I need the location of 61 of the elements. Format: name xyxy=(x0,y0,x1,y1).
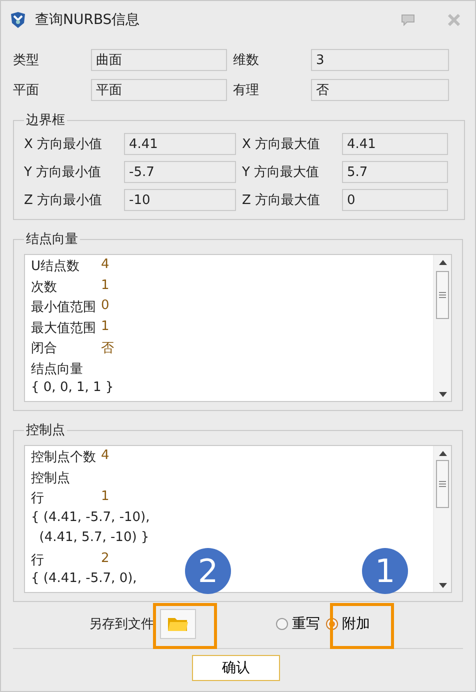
list-value: 否 xyxy=(101,340,114,358)
list-line: (4.41, 5.7, -10) } xyxy=(38,530,150,547)
group-title: 结点向量 xyxy=(25,231,79,248)
list-line: 闭合 xyxy=(31,340,58,358)
field-label: Y 方向最大值 xyxy=(242,164,320,181)
highlight-frame xyxy=(153,603,217,649)
folder-button[interactable] xyxy=(160,609,196,639)
app-icon xyxy=(9,11,27,29)
field-label: Y 方向最小值 xyxy=(24,164,102,181)
list-line: 最大值范围 xyxy=(31,320,97,338)
list-line: 行 xyxy=(31,552,45,570)
window-title: 查询NURBS信息 xyxy=(35,11,141,29)
field-label: X 方向最小值 xyxy=(24,136,104,153)
save-label: 另存到文件 xyxy=(89,616,154,633)
list-value: 4 xyxy=(101,448,110,465)
message-icon[interactable] xyxy=(401,14,415,26)
field-label: X 方向最大值 xyxy=(242,136,322,153)
list-line: 结点向量 xyxy=(31,360,83,378)
list-line: 次数 xyxy=(31,278,58,296)
folder-icon xyxy=(167,616,189,632)
field-value: 0 xyxy=(342,189,448,211)
field-value: 3 xyxy=(311,49,449,71)
radio-icon[interactable] xyxy=(276,618,288,630)
field-label: 维数 xyxy=(233,52,260,69)
list-line: 控制点 xyxy=(31,470,70,488)
field-value: -10 xyxy=(124,189,236,211)
highlight-frame xyxy=(330,603,394,649)
field-value: 4.41 xyxy=(342,133,448,155)
scroll-thumb[interactable] xyxy=(436,271,449,319)
field-value: 曲面 xyxy=(91,49,227,71)
group-title: 边界框 xyxy=(25,112,66,129)
list-value: 1 xyxy=(101,489,110,506)
field-label: Z 方向最小值 xyxy=(24,192,104,209)
list-value: 1 xyxy=(101,318,110,336)
radio-option[interactable]: 重写 xyxy=(276,615,320,633)
list-value: 0 xyxy=(101,298,110,315)
field-label: 有理 xyxy=(233,82,260,99)
list-line: U结点数 xyxy=(31,258,81,276)
list-line: { (4.41, -5.7, -10), xyxy=(31,510,150,526)
scrollbar[interactable] xyxy=(433,255,451,401)
field-label: 类型 xyxy=(13,52,40,69)
list-line: 最小值范围 xyxy=(31,299,97,317)
group-title: 控制点 xyxy=(25,422,66,439)
scrollbar[interactable] xyxy=(433,446,451,592)
scroll-thumb[interactable] xyxy=(436,460,449,508)
field-value: 平面 xyxy=(91,79,227,101)
field-label: 平面 xyxy=(13,82,40,99)
radio-option[interactable]: 附加 xyxy=(326,615,370,633)
list-value: 4 xyxy=(101,257,110,274)
list-line: { 0, 0, 1, 1 } xyxy=(31,380,114,397)
list-value: 2 xyxy=(101,550,110,568)
field-label: Z 方向最大值 xyxy=(242,192,322,209)
confirm-button[interactable]: 确认 xyxy=(192,655,280,681)
field-value: 否 xyxy=(311,79,449,101)
list-line: 行 xyxy=(31,490,45,508)
field-value: -5.7 xyxy=(124,161,236,183)
list-line: { (4.41, -5.7, 0), xyxy=(31,571,137,588)
list-line: 控制点个数 xyxy=(31,449,97,467)
field-value: 5.7 xyxy=(342,161,448,183)
field-value: 4.41 xyxy=(124,133,236,155)
list-value: 1 xyxy=(101,278,110,294)
